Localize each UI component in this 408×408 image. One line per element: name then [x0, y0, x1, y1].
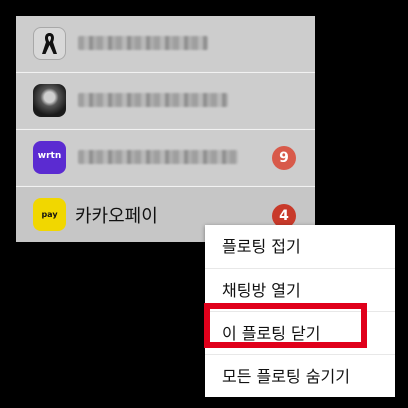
kakaopay-avatar: pay	[33, 198, 66, 231]
menu-item-collapse-floating[interactable]: 플로팅 접기	[205, 225, 395, 268]
chat-list-item[interactable]	[16, 72, 315, 128]
floating-chat-list: wrtn 9 pay 카카오페이 4	[16, 16, 315, 242]
profile-photo-avatar	[33, 84, 66, 117]
menu-item-close-this-floating[interactable]: 이 플로팅 닫기	[205, 311, 395, 354]
blurred-chat-name	[78, 36, 208, 50]
unread-badge: 9	[272, 146, 296, 170]
chat-list-item[interactable]	[16, 16, 315, 71]
menu-item-open-chatroom[interactable]: 채팅방 열기	[205, 268, 395, 311]
chat-name: 카카오페이	[75, 206, 158, 227]
blurred-chat-name	[78, 150, 238, 164]
menu-item-hide-all-floating[interactable]: 모든 플로팅 숨기기	[205, 354, 395, 397]
blurred-chat-name	[78, 93, 228, 107]
wrtn-avatar: wrtn	[33, 141, 66, 174]
chat-list-item[interactable]: wrtn 9	[16, 129, 315, 185]
black-ribbon-icon	[33, 27, 66, 60]
context-menu: 플로팅 접기 채팅방 열기 이 플로팅 닫기 모든 플로팅 숨기기	[205, 225, 395, 397]
